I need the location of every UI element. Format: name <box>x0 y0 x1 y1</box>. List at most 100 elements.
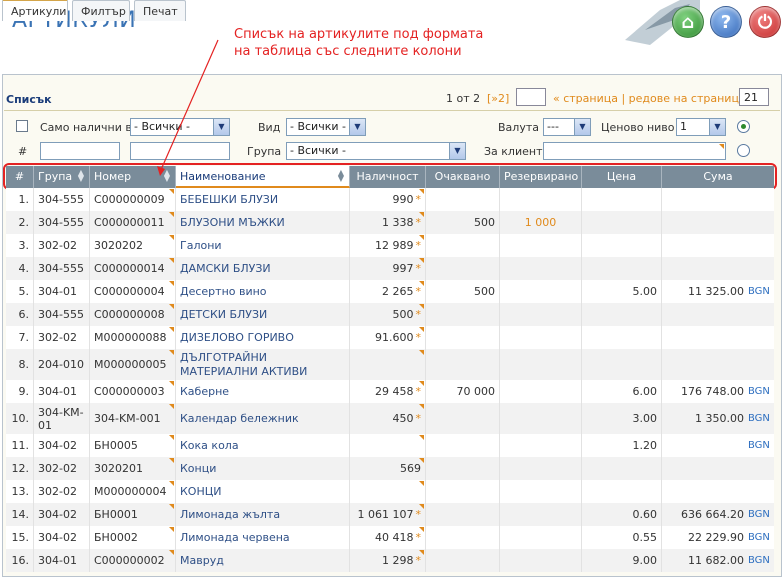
currency-link[interactable]: BGN <box>748 532 774 543</box>
table-row[interactable]: 12. 302-02 3020201 Конци 569 <box>6 457 774 480</box>
table-row[interactable]: 11. 304-02 БН0005 Кока кола 1.20 BGN <box>6 434 774 457</box>
annotation-line-2: на таблица със следните колони <box>234 44 462 59</box>
table-row[interactable]: 4. 304-555 C000000014 ДАМСКИ БЛУЗИ 997 * <box>6 257 774 280</box>
stock-asterisk-icon: * <box>415 262 422 275</box>
cell-price-text: 3.00 <box>632 412 658 425</box>
table-row[interactable]: 2. 304-555 C000000011 БЛУЗОНИ МЪЖКИ 1 338 * 50… <box>6 211 774 234</box>
annotation-line-1: Списък на артикулите под формата <box>234 27 484 42</box>
table-row[interactable]: 3. 302-02 3020202 Галони 12 989 * <box>6 234 774 257</box>
cell-name[interactable]: ДАМСКИ БЛУЗИ <box>176 257 350 280</box>
next-page-link[interactable]: [»2] <box>487 92 509 105</box>
table-row[interactable]: 6. 304-555 C000000008 ДЕТСКИ БЛУЗИ 500 * <box>6 303 774 326</box>
cell-name[interactable]: Каберне <box>176 380 350 403</box>
col-header-group[interactable]: Група ▲ ▼ <box>34 166 90 188</box>
table-row[interactable]: 16. 304-01 C000000002 Мавруд 1 298 * 9.00 11 68… <box>6 549 774 572</box>
cell-name[interactable]: Конци <box>176 457 350 480</box>
tab-print[interactable]: Печат <box>134 0 186 21</box>
cell-name[interactable]: Лимонада червена <box>176 526 350 549</box>
client-label: За клиент <box>484 145 543 158</box>
currency-select[interactable]: --- ▼ <box>543 118 591 136</box>
table-row[interactable]: 5. 304-01 C000000004 Десертно вино 2 265 * 500… <box>6 280 774 303</box>
cell-price <box>582 188 662 211</box>
currency-link[interactable]: BGN <box>748 509 774 520</box>
cell-num-text: 3020202 <box>94 239 143 252</box>
cell-stock <box>350 349 426 380</box>
cell-name-text: ДАМСКИ БЛУЗИ <box>180 261 271 275</box>
cell-name[interactable]: БЛУЗОНИ МЪЖКИ <box>176 211 350 234</box>
tab-filter[interactable]: Филтър <box>72 0 130 21</box>
cell-stock: 40 418 * <box>350 526 426 549</box>
cell-name[interactable]: Календар бележник <box>176 403 350 434</box>
cell-name-text: КОНЦИ <box>180 484 222 498</box>
cell-sum <box>662 349 774 380</box>
cell-name[interactable]: БЕБЕШКИ БЛУЗИ <box>176 188 350 211</box>
col-header-price[interactable]: Цена <box>582 166 662 188</box>
type-select[interactable]: - Всички - ▼ <box>286 118 366 136</box>
cell-sum <box>662 326 774 349</box>
cell-name[interactable]: КОНЦИ <box>176 480 350 503</box>
cell-name-text: БЕБЕШКИ БЛУЗИ <box>180 192 279 206</box>
cell-num: 3020202 <box>90 234 176 257</box>
cell-num-text: 304-KM-001 <box>94 412 161 425</box>
cell-name[interactable]: ДИЗЕЛОВО ГОРИВО <box>176 326 350 349</box>
warehouse-select[interactable]: - Всички - ▼ <box>130 118 230 136</box>
table-row[interactable]: 10. 304-KM-01 304-KM-001 Календар бележник 4… <box>6 403 774 434</box>
cell-num: БН0005 <box>90 434 176 457</box>
col-header-index[interactable]: # <box>6 166 34 188</box>
sort-icon[interactable]: ▲ ▼ <box>162 169 172 183</box>
table-row[interactable]: 15. 304-02 БН0002 Лимонада червена 40 418 * 0.… <box>6 526 774 549</box>
currency-link[interactable]: BGN <box>748 555 774 566</box>
table-row[interactable]: 14. 304-02 БН0001 Лимонада жълта 1 061 107 * 0… <box>6 503 774 526</box>
cell-sum-text: 22 229.90 <box>688 531 744 544</box>
col-header-name[interactable]: Наименование ▲ ▼ <box>176 166 350 188</box>
cell-stock-text: 2 265 <box>382 285 414 298</box>
col-header-stock[interactable]: Наличност <box>350 166 426 188</box>
table-row[interactable]: 7. 302-02 M000000088 ДИЗЕЛОВО ГОРИВО 91.600 * <box>6 326 774 349</box>
client-input[interactable] <box>543 142 726 160</box>
col-header-sum[interactable]: Сума <box>662 166 774 188</box>
item-id-input[interactable] <box>40 142 120 160</box>
currency-link[interactable]: BGN <box>748 413 774 424</box>
sort-icon[interactable]: ▲ ▼ <box>336 169 346 183</box>
item-number-input[interactable] <box>130 142 230 160</box>
table-row[interactable]: 13. 302-02 M000000004 КОНЦИ <box>6 480 774 503</box>
cell-name[interactable]: Кока кола <box>176 434 350 457</box>
tab-articles[interactable]: Артикули <box>2 0 68 21</box>
page-number-input[interactable] <box>516 88 546 106</box>
cell-stock-text: 450 <box>392 412 414 425</box>
sort-icon[interactable]: ▲ ▼ <box>76 169 86 183</box>
logout-button[interactable]: ⏻ <box>749 6 781 38</box>
price-level-select[interactable]: 1 ▼ <box>676 118 726 136</box>
page-nav-links[interactable]: « страница | редове на страница » <box>553 92 756 105</box>
cell-name-text: ДИЗЕЛОВО ГОРИВО <box>180 330 294 344</box>
group-select[interactable]: - Всички - ▼ <box>286 142 466 160</box>
rows-per-page-input[interactable]: 21 <box>739 88 769 106</box>
table-row[interactable]: 9. 304-01 C000000003 Каберне 29 458 * 70 000 6.… <box>6 380 774 403</box>
price-level-radio[interactable] <box>737 120 750 133</box>
cell-name[interactable]: Лимонада жълта <box>176 503 350 526</box>
help-button[interactable]: ? <box>710 6 742 38</box>
currency-link[interactable]: BGN <box>748 286 774 297</box>
col-header-reserved[interactable]: Резервирано <box>500 166 582 188</box>
currency-link[interactable]: BGN <box>748 440 774 451</box>
cell-n-text: 7. <box>18 331 30 344</box>
cell-price: 6.00 <box>582 380 662 403</box>
col-header-number[interactable]: Номер ▲ ▼ <box>90 166 176 188</box>
only-available-checkbox[interactable] <box>16 120 28 132</box>
currency-link[interactable]: BGN <box>748 386 774 397</box>
table-row[interactable]: 8. 204-010 M000000005 ДЪЛГОТРАЙНИ МАТЕРИАЛН… <box>6 349 774 380</box>
cell-reserved <box>500 434 582 457</box>
cell-name-text: Календар бележник <box>180 411 299 425</box>
col-header-expected[interactable]: Очаквано <box>426 166 500 188</box>
cell-name[interactable]: ДЕТСКИ БЛУЗИ <box>176 303 350 326</box>
cell-name[interactable]: Десертно вино <box>176 280 350 303</box>
table-row[interactable]: 1. 304-555 C000000009 БЕБЕШКИ БЛУЗИ 990 * <box>6 188 774 211</box>
cell-n-text: 4. <box>18 262 30 275</box>
cell-name[interactable]: ДЪЛГОТРАЙНИ МАТЕРИАЛНИ АКТИВИ <box>176 349 350 380</box>
cell-group: 304-KM-01 <box>34 403 90 434</box>
cell-sum <box>662 188 774 211</box>
home-button[interactable]: ⌂ <box>672 6 704 38</box>
cell-name[interactable]: Галони <box>176 234 350 257</box>
cell-name[interactable]: Мавруд <box>176 549 350 572</box>
client-radio[interactable] <box>737 144 750 157</box>
